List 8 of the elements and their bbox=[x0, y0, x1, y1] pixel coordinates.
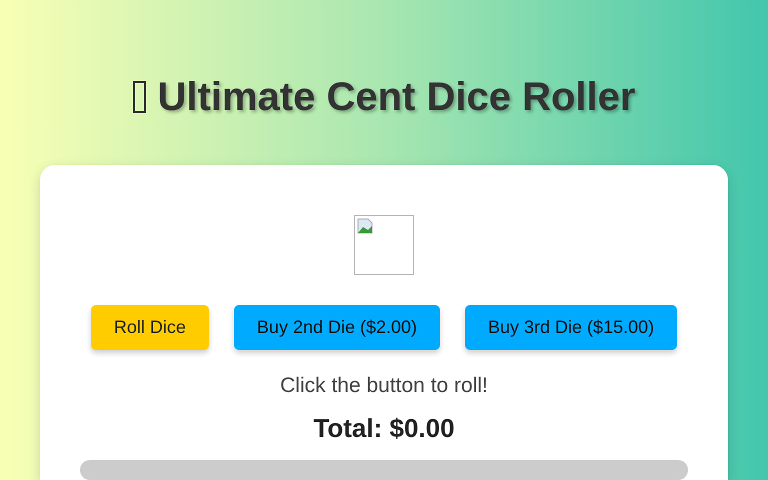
total-amount: Total: $0.00 bbox=[313, 412, 455, 445]
missing-glyph-icon bbox=[132, 80, 146, 113]
action-button[interactable]: Buy 3rd Die ($15.00) bbox=[465, 304, 678, 350]
action-button[interactable]: Roll Dice bbox=[90, 304, 209, 350]
broken-image-icon bbox=[357, 218, 373, 234]
status-message: Click the button to roll! bbox=[280, 372, 488, 398]
page-title: Ultimate Cent Dice Roller bbox=[158, 76, 636, 117]
action-button[interactable]: Buy 2nd Die ($2.00) bbox=[234, 304, 440, 350]
